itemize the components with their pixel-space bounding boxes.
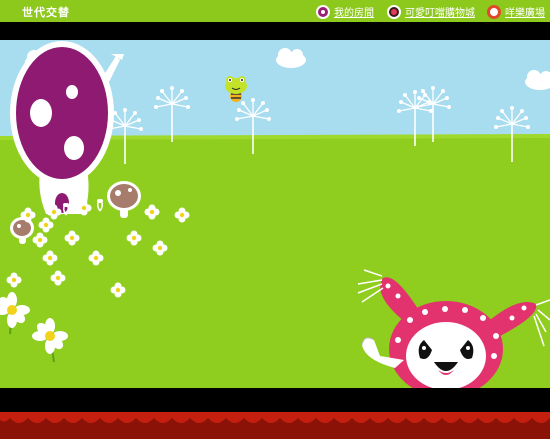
nav-label-plaza: 咩樂廣場 <box>505 8 545 19</box>
nav-link-my-room[interactable]: 我的房間 <box>316 3 374 20</box>
room-icon <box>316 4 330 19</box>
plaza-icon <box>487 4 501 19</box>
nav-link-shop[interactable]: 可愛叮噹購物城 <box>387 3 475 20</box>
top-black-band <box>0 22 550 40</box>
shop-icon <box>387 4 401 19</box>
nav-label-shop: 可愛叮噹購物城 <box>405 8 475 19</box>
page-title: 世代交替 <box>22 6 70 19</box>
top-bar: 世代交替 我的房間 可愛叮噹購物城 咩樂廣場 <box>0 0 550 22</box>
cloud <box>525 70 550 90</box>
bottom-black-band <box>0 388 550 412</box>
nav-link-plaza[interactable]: 咩樂廣場 <box>487 3 545 20</box>
game-scene <box>0 40 550 388</box>
stage-curtain <box>0 412 550 439</box>
nav-label-my-room: 我的房間 <box>334 8 374 19</box>
